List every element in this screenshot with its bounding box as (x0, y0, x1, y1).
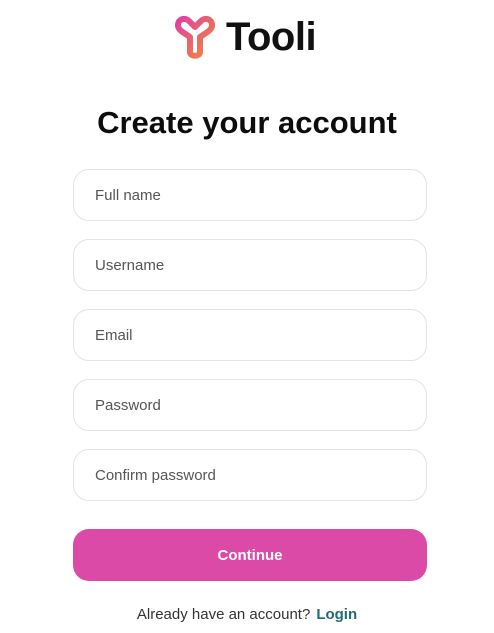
brand-logo: Tooli (172, 14, 317, 60)
login-link[interactable]: Login (316, 606, 357, 623)
signup-page: Tooli Create your account Continue Alrea… (0, 0, 494, 633)
continue-button[interactable]: Continue (73, 529, 427, 581)
login-prompt-text: Already have an account? (136, 606, 311, 623)
confirm-password-input[interactable] (73, 449, 427, 501)
login-prompt: Already have an account? Login (0, 605, 494, 625)
username-input[interactable] (73, 239, 427, 291)
tooli-logo-icon (175, 15, 215, 59)
password-input[interactable] (73, 379, 427, 431)
page-title: Create your account (97, 105, 397, 140)
full-name-input[interactable] (73, 169, 427, 221)
brand-name: Tooli (226, 15, 317, 59)
email-input[interactable] (73, 309, 427, 361)
